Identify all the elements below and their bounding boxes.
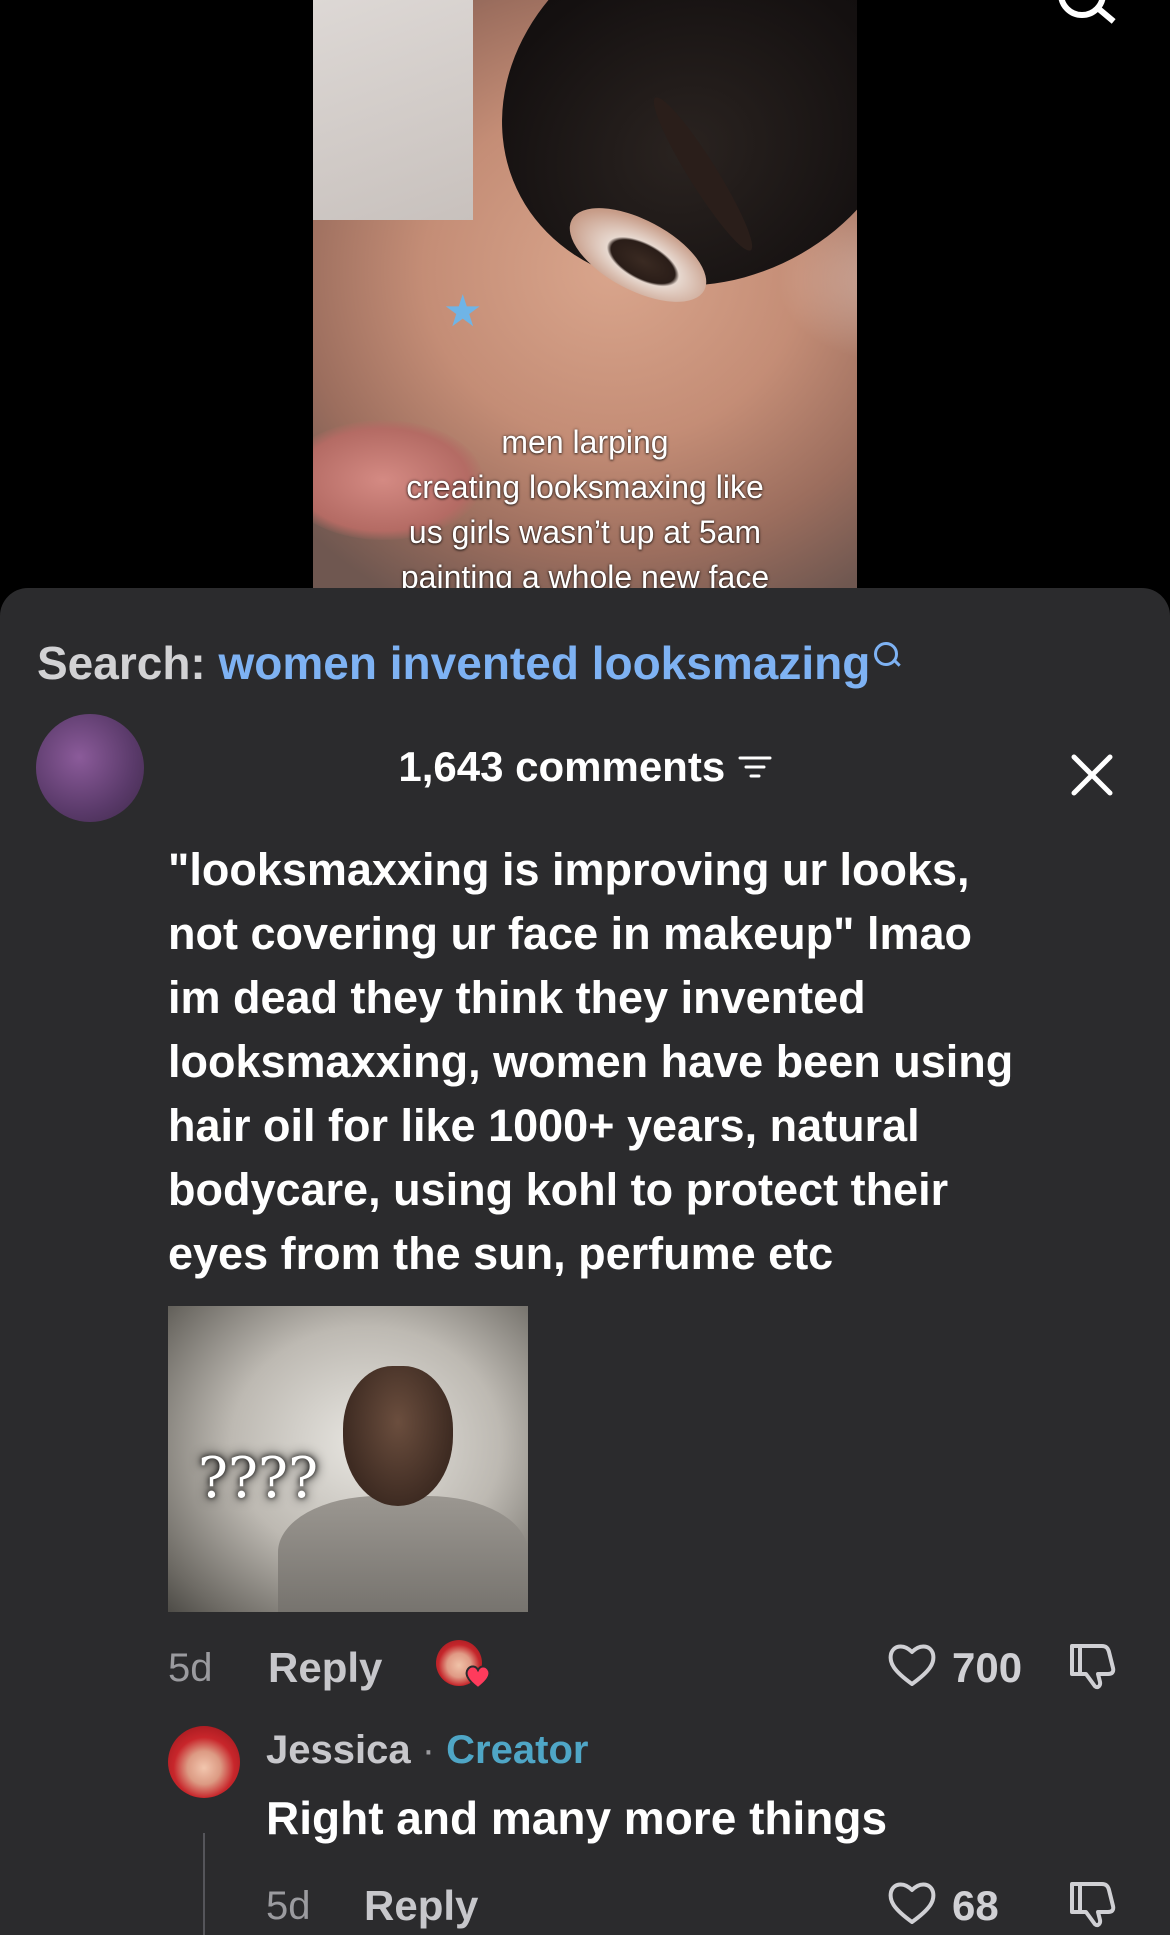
comment-actions: 5d Reply 700 [168,1638,1128,1698]
creator-liked-badge [436,1638,492,1694]
search-icon[interactable] [1058,0,1106,18]
search-query-link[interactable]: women invented looksmazing [219,637,871,689]
caption-line: men larping [501,424,669,460]
like-count: 68 [952,1882,999,1929]
close-button[interactable] [1068,743,1116,807]
like-icon[interactable] [886,1878,938,1926]
commenter-avatar[interactable] [36,714,144,822]
star-sticker-icon: ★ [443,287,483,336]
caption-line: us girls wasn’t up at 5am [408,514,762,550]
comment-line: looksmaxxing, women have been using [168,1036,1014,1087]
thread-line [203,1833,205,1935]
comment-line: "looksmaxxing is improving ur looks, [168,844,970,895]
filter-icon[interactable] [738,752,772,782]
comment-line: not covering ur face in makeup" lmao [168,908,973,959]
creator-badge: Creator [446,1728,589,1772]
video-caption: men larping creating looksmaxing like us… [313,420,857,600]
comments-header: 1,643 comments [0,743,1170,807]
like-icon[interactable] [886,1640,938,1688]
reply-text: Right and many more things [266,1792,888,1844]
comment-line: hair oil for like 1000+ years, natural [168,1100,920,1151]
comments-sheet: Search: women invented looksmazing 1,643… [0,588,1170,1935]
reply-avatar[interactable] [168,1726,240,1798]
video-area[interactable]: ★ men larping creating looksmaxing like … [0,0,1170,600]
dislike-icon[interactable] [1068,1640,1118,1690]
video-hair [440,0,857,352]
comment-time: 5d [168,1646,213,1690]
heart-icon [465,1665,491,1690]
dislike-icon[interactable] [1068,1878,1118,1928]
search-label: Search: [37,637,206,689]
meme-figure-head [343,1366,453,1506]
like-count: 700 [952,1644,1023,1691]
comment-line: bodycare, using kohl to protect their [168,1164,949,1215]
search-suggestion[interactable]: Search: women invented looksmazing [37,636,900,690]
reply-author-line: Jessica · Creator [266,1728,588,1773]
search-icon [874,642,900,668]
comment-text: "looksmaxxing is improving ur looks, not… [168,838,1138,1286]
reply-button[interactable]: Reply [364,1882,478,1930]
video-background [313,0,473,220]
reply-time: 5d [266,1884,311,1928]
meme-text: ???? [198,1446,319,1511]
comment-count: 1,643 comments [398,743,726,790]
comment-line: eyes from the sun, perfume etc [168,1228,834,1279]
meme-figure-body [278,1496,528,1612]
reply-actions: 5d Reply 68 [266,1876,1136,1935]
comment-image[interactable]: ???? [168,1306,528,1612]
caption-line: creating looksmaxing like [406,469,764,505]
separator-dot: · [421,1728,436,1772]
comment-line: im dead they think they invented [168,972,866,1023]
reply-author[interactable]: Jessica [266,1728,411,1772]
reply-button[interactable]: Reply [268,1644,382,1692]
